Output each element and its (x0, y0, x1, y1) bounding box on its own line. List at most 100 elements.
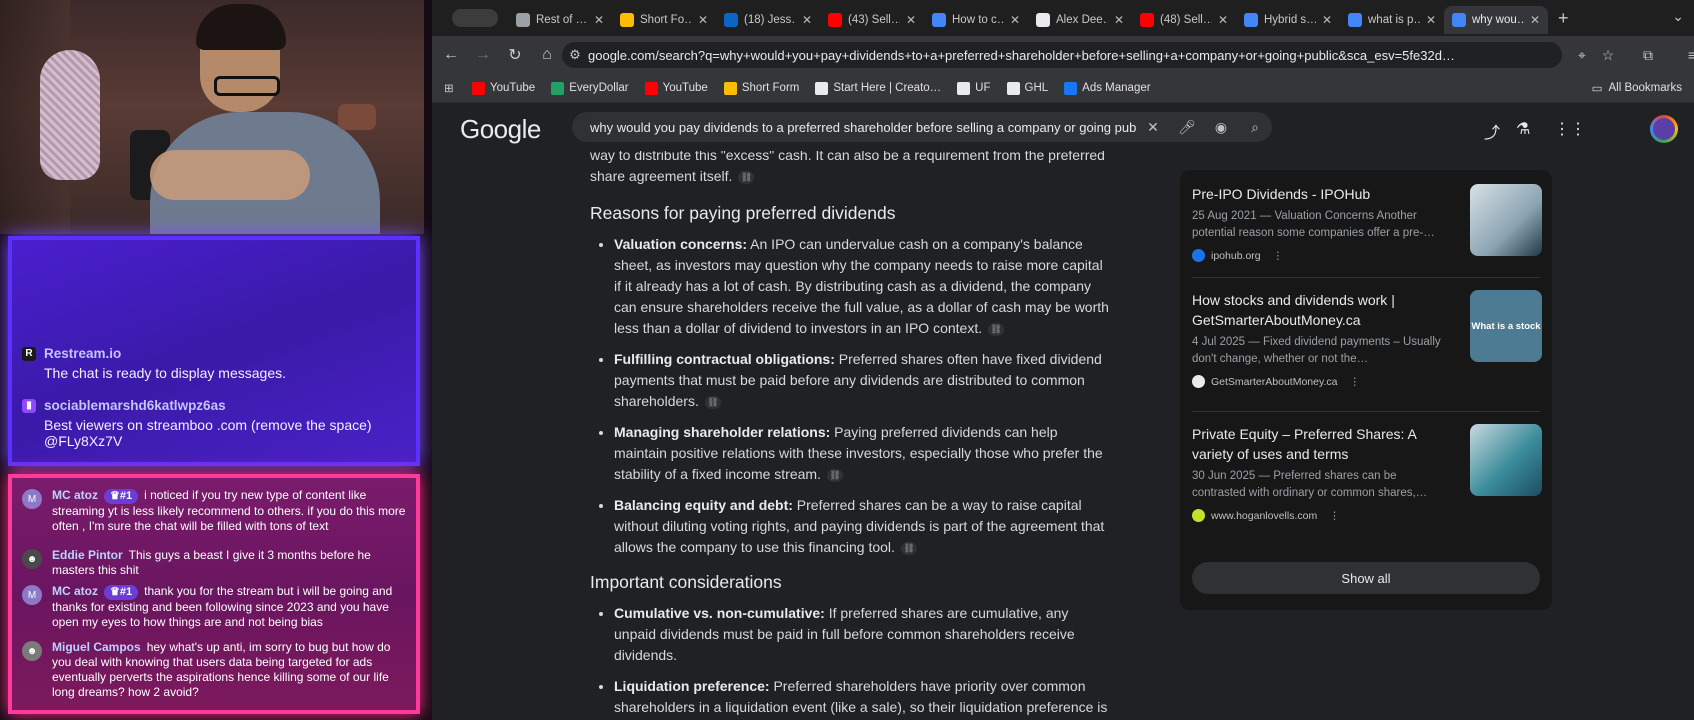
browser-tab[interactable]: (48) Sell… ✕ (1132, 6, 1236, 34)
tab-close-icon[interactable]: ✕ (1010, 13, 1020, 27)
source-thumbnail (1470, 424, 1542, 496)
bookmark-item[interactable]: GHL (1006, 81, 1049, 95)
bookmark-label: Short Form (741, 82, 800, 94)
google-account-avatar[interactable] (1650, 115, 1678, 143)
tab-close-icon[interactable]: ✕ (1218, 13, 1228, 27)
tab-search-icon[interactable]: ⌄ (1672, 8, 1684, 25)
location-icon[interactable]: ⌖ (1572, 45, 1592, 65)
crown-badge: ♛#1 (104, 585, 139, 600)
source-title[interactable]: How stocks and dividends work | GetSmart… (1192, 290, 1437, 330)
browser-tab[interactable]: Short Fo… ✕ (612, 6, 716, 34)
more-options-icon[interactable]: ⋮ (1329, 510, 1340, 522)
bookmark-item[interactable]: UF (957, 81, 991, 95)
site-info-icon[interactable]: ⚙ (562, 47, 588, 63)
item-term: Liquidation preference: (614, 678, 770, 694)
share-icon[interactable]: ⤴ (1484, 119, 1500, 143)
google-search-box[interactable]: why would you pay dividends to a preferr… (572, 112, 1272, 142)
linkedin-icon (724, 13, 738, 27)
search-results: way to distribute this "excess" cash. It… (432, 151, 1694, 720)
chat-message: M MC atoz ♛#1 thank you for the stream but… (22, 584, 408, 630)
browser-tab[interactable]: what is p… ✕ (1340, 6, 1444, 34)
source-site: ipohub.org (1211, 249, 1261, 262)
all-bookmarks-button[interactable]: ▭ All Bookmarks (1592, 81, 1682, 95)
bookmark-item[interactable]: Start Here | Creato… (815, 81, 941, 95)
link-icon[interactable]: ⛓ (704, 395, 721, 409)
reload-button[interactable]: ↻ (502, 42, 528, 68)
search-icon[interactable]: ⌕ (1238, 119, 1272, 136)
bookmark-item[interactable]: Ads Manager (1064, 81, 1151, 95)
more-options-icon[interactable]: ⋮ (1273, 250, 1284, 262)
apps-grid-icon[interactable]: ⊞ (444, 81, 460, 95)
reasons-list: Valuation concerns: An IPO can undervalu… (590, 234, 1110, 558)
google-apps-icon[interactable]: ⋮⋮ (1554, 119, 1586, 139)
browser-tab[interactable]: (43) Sell… ✕ (820, 6, 924, 34)
more-options-icon[interactable]: ⋮ (1349, 376, 1360, 388)
bookmark-favicon (1064, 81, 1078, 95)
tab-title: Rest of … (536, 14, 588, 26)
source-card[interactable]: How stocks and dividends work | GetSmart… (1192, 290, 1542, 388)
clear-icon[interactable]: ✕ (1136, 119, 1170, 136)
source-snippet: 25 Aug 2021 — Valuation Concerns Another… (1192, 210, 1435, 239)
bookmark-star-icon[interactable]: ☆ (1598, 45, 1618, 65)
tab-close-icon[interactable]: ✕ (594, 13, 604, 27)
address-bar[interactable]: ⚙ google.com/search?q=why+would+you+pay+… (562, 42, 1562, 68)
link-icon[interactable]: ⛓ (988, 322, 1005, 336)
restream-text: The chat is ready to display messages. (44, 365, 287, 381)
webcam-light (40, 50, 100, 180)
tab-close-icon[interactable]: ✕ (906, 13, 916, 27)
link-icon[interactable]: ⛓ (826, 468, 843, 482)
source-snippet: 4 Jul 2025 — Fixed dividend payments – U… (1192, 336, 1441, 365)
sources-panel: Pre-IPO Dividends - IPOHub 25 Aug 2021 —… (1180, 170, 1552, 610)
twitch-sender: sociablemarshd6katlwpz6as (44, 398, 226, 413)
section-heading: Reasons for paying preferred dividends (590, 203, 896, 223)
tab-close-icon[interactable]: ✕ (698, 13, 708, 27)
home-button[interactable]: ⌂ (534, 42, 560, 68)
new-tab-button[interactable]: + (1558, 8, 1569, 29)
tab-list: Rest of …✕Short Fo…✕(18) Jess…✕(43) Sell… (508, 2, 1548, 34)
tab-close-icon[interactable]: ✕ (1114, 13, 1124, 27)
tab-close-icon[interactable]: ✕ (1530, 13, 1540, 27)
link-icon[interactable]: ⛓ (738, 170, 755, 184)
docs-icon (932, 13, 946, 27)
tab-close-icon[interactable]: ✕ (802, 13, 812, 27)
extensions-icon[interactable]: ⧉ (1638, 45, 1658, 65)
source-card[interactable]: Private Equity – Preferred Shares: A var… (1192, 424, 1542, 522)
source-card[interactable]: Pre-IPO Dividends - IPOHub 25 Aug 2021 —… (1192, 184, 1542, 262)
back-button[interactable]: ← (438, 42, 464, 68)
media-controls-icon[interactable]: ≡ (1682, 45, 1694, 65)
chat-username: Miguel Campos (52, 640, 141, 654)
restream-message: R Restream.io The chat is ready to displ… (22, 346, 406, 381)
source-site: www.hoganlovells.com (1211, 509, 1318, 522)
link-icon[interactable]: ⛓ (900, 541, 917, 555)
bookmark-item[interactable]: EveryDollar (551, 81, 629, 95)
mic-icon[interactable]: 🎤︎ (1170, 119, 1204, 136)
ai-list-item: Cumulative vs. non-cumulative: If prefer… (614, 603, 1110, 666)
tab-close-icon[interactable]: ✕ (1322, 13, 1332, 27)
twitch-text: Best viewers on streamboo .com (remove t… (44, 417, 372, 449)
chat-username: Eddie Pintor (52, 548, 123, 562)
forward-button[interactable]: → (470, 42, 496, 68)
google-logo[interactable]: Google (460, 114, 541, 145)
source-title[interactable]: Private Equity – Preferred Shares: A var… (1192, 424, 1437, 464)
browser-tab[interactable]: Alex Dee… ✕ (1028, 6, 1132, 34)
ai-overview: way to distribute this "excess" cash. It… (590, 151, 1110, 720)
browser-tab[interactable]: Hybrid s… ✕ (1236, 6, 1340, 34)
bookmark-label: Ads Manager (1082, 82, 1151, 94)
bookmark-label: GHL (1024, 82, 1049, 94)
browser-tab[interactable]: How to c… ✕ (924, 6, 1028, 34)
search-query: why would you pay dividends to a preferr… (590, 119, 1136, 135)
item-term: Fulfilling contractual obligations: (614, 351, 835, 367)
labs-flask-icon[interactable]: ⚗ (1516, 119, 1530, 139)
tab-group-collapsed[interactable] (452, 9, 498, 27)
browser-tab[interactable]: Rest of … ✕ (508, 6, 612, 34)
bookmark-item[interactable]: YouTube (472, 81, 535, 95)
tab-close-icon[interactable]: ✕ (1426, 13, 1436, 27)
browser-tab[interactable]: (18) Jess… ✕ (716, 6, 820, 34)
source-title[interactable]: Pre-IPO Dividends - IPOHub (1192, 184, 1437, 204)
stream-overlay: R Restream.io The chat is ready to displ… (0, 0, 432, 720)
bookmark-item[interactable]: Short Form (723, 81, 800, 95)
bookmark-item[interactable]: YouTube (644, 81, 708, 95)
browser-tab[interactable]: why wou… ✕ (1444, 6, 1548, 34)
lens-icon[interactable]: ◉ (1204, 119, 1238, 136)
show-all-button[interactable]: Show all (1192, 562, 1540, 594)
